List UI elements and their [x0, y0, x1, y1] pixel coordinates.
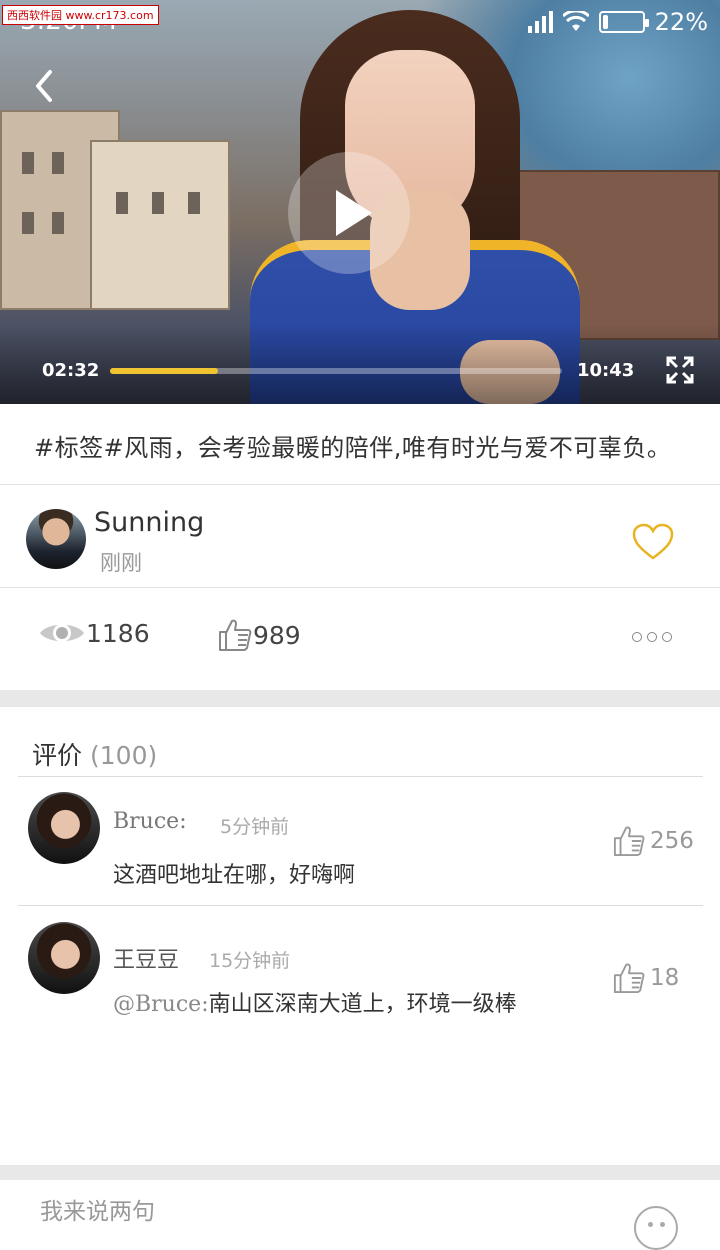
status-bar: 3:20PM 西西软件园 www.cr173.com 22% — [0, 0, 720, 40]
more-icon — [647, 632, 657, 642]
wifi-icon — [562, 11, 589, 31]
section-divider — [0, 1165, 720, 1180]
comment-item: 王豆豆 15分钟前 @Bruce:南山区深南大道上，环境一级棒 18 — [0, 906, 720, 1034]
comment-mention[interactable]: @Bruce: — [113, 992, 209, 1017]
like-button[interactable]: 989 — [217, 618, 301, 652]
comment-body: 南山区深南大道上，环境一级棒 — [208, 992, 517, 1017]
watermark-badge: 西西软件园 www.cr173.com — [2, 5, 159, 25]
battery-percent: 22% — [654, 8, 708, 36]
thumbs-up-icon — [613, 963, 645, 994]
like-count-value: 989 — [253, 620, 301, 650]
chevron-left-icon — [36, 70, 52, 102]
thumbs-up-icon — [613, 826, 645, 857]
duration: 10:43 — [577, 360, 635, 381]
more-icon — [632, 632, 642, 642]
comments-header: 评价 (100) — [32, 736, 157, 772]
fullscreen-icon — [666, 356, 694, 384]
comments-title: 评价 — [32, 741, 83, 770]
section-divider — [0, 690, 720, 707]
thumbs-up-icon — [219, 619, 252, 651]
view-count: 1186 — [38, 618, 150, 648]
comment-like-count: 256 — [650, 828, 694, 854]
emoji-button[interactable] — [634, 1206, 678, 1250]
view-count-value: 1186 — [86, 618, 150, 648]
back-button[interactable] — [28, 66, 64, 106]
video-player[interactable]: 3:20PM 西西软件园 www.cr173.com 22% — [0, 0, 720, 404]
comment-item: Bruce: 5分钟前 这酒吧地址在哪，好嗨啊 256 — [0, 777, 720, 905]
play-icon — [336, 190, 372, 236]
post-caption: #标签#风雨，会考验最暖的陪伴,唯有时光与爱不可辜负。 — [0, 404, 720, 485]
comment-text: @Bruce:南山区深南大道上，环境一级棒 — [113, 986, 517, 1018]
comment-like-count: 18 — [650, 965, 680, 991]
comment-text: 这酒吧地址在哪，好嗨啊 — [113, 857, 355, 889]
favorite-button[interactable] — [632, 523, 674, 561]
comment-input[interactable] — [40, 1192, 560, 1232]
comment-user[interactable]: Bruce: — [113, 809, 187, 834]
battery-icon — [598, 11, 649, 33]
comment-time: 15分钟前 — [209, 950, 291, 972]
post-time: 刚刚 — [100, 551, 142, 575]
progress-played — [110, 368, 219, 374]
comment-avatar[interactable] — [28, 792, 100, 864]
comments-count: (100) — [90, 741, 158, 770]
eye-icon — [40, 624, 84, 642]
heart-icon — [632, 523, 674, 560]
fullscreen-button[interactable] — [666, 356, 694, 384]
comment-like-button[interactable]: 256 — [612, 825, 694, 857]
comment-input-bar — [0, 1180, 720, 1250]
play-button[interactable] — [288, 152, 410, 274]
video-scenery — [90, 140, 230, 310]
current-time: 02:32 — [42, 360, 100, 381]
comment-like-button[interactable]: 18 — [612, 962, 679, 994]
comment-body: 这酒吧地址在哪，好嗨啊 — [113, 863, 356, 888]
video-controls: 02:32 10:43 — [0, 338, 720, 404]
more-button[interactable] — [632, 632, 672, 642]
signal-icon — [527, 11, 553, 33]
stats-row: 1186 989 — [0, 588, 720, 690]
progress-bar[interactable] — [110, 368, 562, 374]
author-avatar[interactable] — [26, 509, 86, 569]
author-name[interactable]: Sunning — [94, 507, 204, 538]
comment-avatar[interactable] — [28, 922, 100, 994]
author-row: Sunning 刚刚 — [0, 485, 720, 588]
comment-user[interactable]: 王豆豆 — [113, 942, 179, 974]
more-icon — [662, 632, 672, 642]
comment-time: 5分钟前 — [220, 816, 290, 838]
